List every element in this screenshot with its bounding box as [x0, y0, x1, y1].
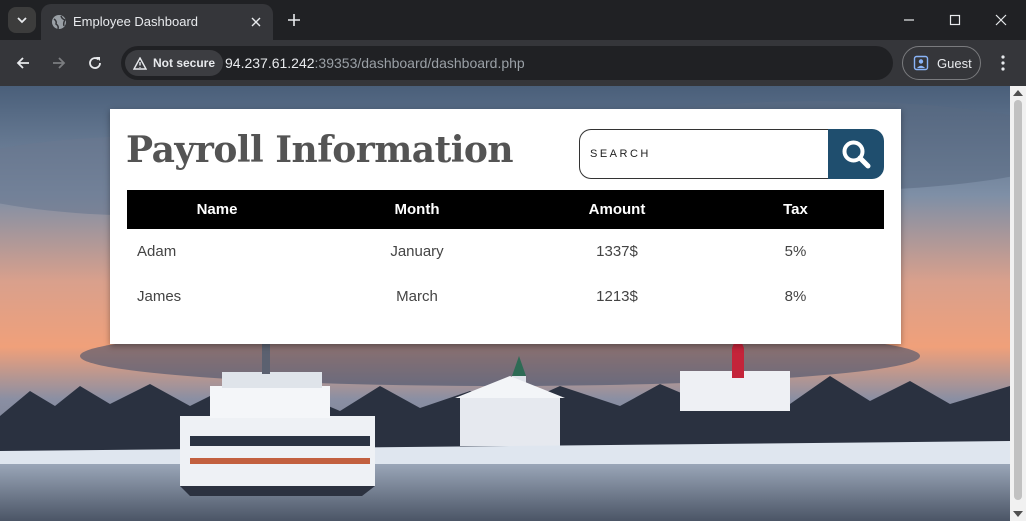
cell-month: March — [396, 288, 438, 305]
cell-name: James — [137, 288, 182, 305]
url-text[interactable]: 94.237.61.242:39353/dashboard/dashboard.… — [225, 55, 525, 71]
back-arrow-icon — [16, 57, 29, 69]
address-bar[interactable]: Not secure 94.237.61.242:39353/dashboard… — [121, 46, 893, 80]
url-host: 94.237.61.242 — [225, 55, 315, 71]
security-indicator[interactable]: Not secure — [125, 50, 224, 76]
page-title: Payroll Information — [126, 129, 514, 171]
column-header-name: Name — [196, 201, 238, 218]
page-viewport: Payroll Information Name Month Amount Ta… — [0, 86, 1026, 521]
security-label: Not secure — [153, 56, 216, 70]
search-button[interactable] — [828, 129, 884, 179]
tab-close-button[interactable] — [247, 13, 265, 31]
table-row: Adam January 1337$ 5% — [127, 229, 884, 274]
tab-title: Employee Dashboard — [73, 14, 199, 29]
url-path: :39353/dashboard/dashboard.php — [314, 55, 525, 71]
scroll-down-arrow-icon[interactable] — [1013, 511, 1023, 517]
reload-button[interactable] — [81, 49, 109, 77]
tab-employee-dashboard[interactable]: Employee Dashboard — [41, 4, 273, 40]
column-header-month: Month — [394, 201, 440, 218]
payroll-card: Payroll Information Name Month Amount Ta… — [110, 109, 901, 344]
forward-arrow-icon — [53, 57, 66, 69]
cell-amount: 1213$ — [596, 288, 638, 305]
scroll-up-arrow-icon[interactable] — [1013, 90, 1023, 96]
search-input[interactable] — [579, 129, 831, 179]
minimize-button[interactable] — [886, 6, 932, 34]
cell-tax: 5% — [784, 243, 807, 260]
cell-name: Adam — [137, 243, 177, 260]
scroll-thumb[interactable] — [1014, 100, 1022, 500]
close-icon — [251, 17, 261, 27]
new-tab-button[interactable] — [282, 8, 306, 32]
maximize-icon — [949, 14, 961, 26]
tab-strip: Employee Dashboard — [0, 0, 1026, 40]
search-form — [579, 129, 884, 179]
window-close-button[interactable] — [978, 6, 1024, 34]
plus-icon — [288, 14, 300, 26]
forward-button[interactable] — [45, 49, 73, 77]
profile-button[interactable]: Guest — [902, 46, 981, 80]
column-header-tax: Tax — [783, 201, 808, 218]
payroll-table: Name Month Amount Tax Adam January 1337$… — [127, 190, 884, 319]
cell-tax: 8% — [784, 288, 807, 305]
column-header-amount: Amount — [588, 201, 646, 218]
table-row: James March 1213$ 8% — [127, 274, 884, 319]
maximize-button[interactable] — [932, 6, 978, 34]
search-icon — [842, 140, 871, 169]
profile-label: Guest — [937, 55, 972, 71]
table-header-row: Name Month Amount Tax — [127, 190, 884, 229]
warning-icon — [133, 56, 147, 70]
browser-toolbar: Not secure 94.237.61.242:39353/dashboard… — [0, 40, 1026, 86]
minimize-icon — [904, 19, 914, 21]
back-button[interactable] — [9, 49, 37, 77]
globe-icon — [52, 15, 67, 30]
tab-search-button[interactable] — [8, 7, 36, 33]
profile-icon — [913, 55, 929, 71]
chevron-down-icon — [17, 17, 27, 24]
cell-month: January — [390, 243, 444, 260]
cell-amount: 1337$ — [596, 243, 638, 260]
close-icon — [995, 14, 1007, 26]
browser-menu-button[interactable] — [991, 50, 1015, 76]
page-scrollbar[interactable] — [1010, 86, 1026, 521]
kebab-menu-icon — [1001, 55, 1005, 71]
reload-icon — [89, 57, 101, 69]
